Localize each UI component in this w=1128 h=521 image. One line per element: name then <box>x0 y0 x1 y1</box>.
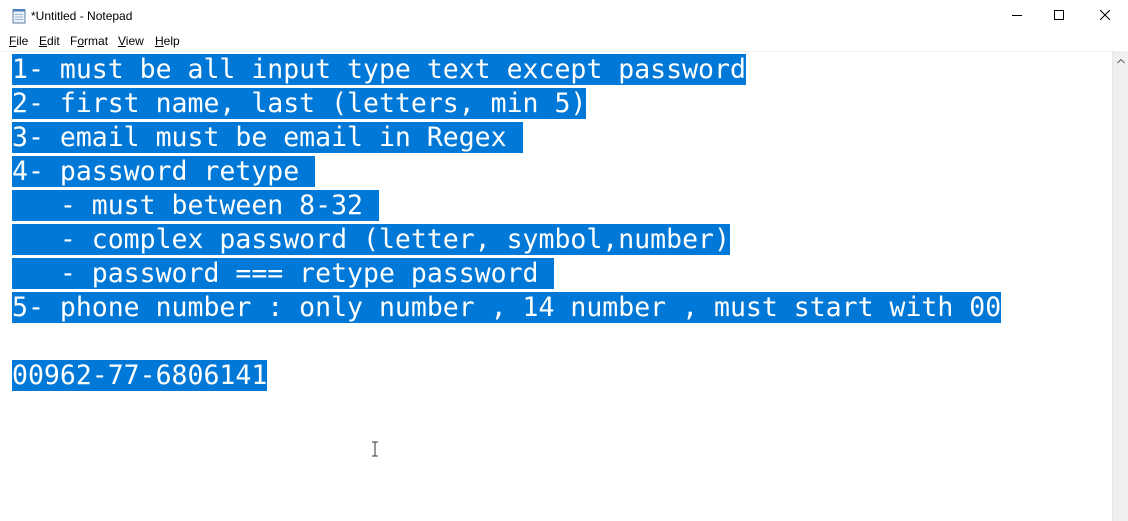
selected-text: - must between 8-32 <box>12 190 379 221</box>
menu-file[interactable]: File <box>9 34 28 48</box>
chevron-up-icon <box>1117 51 1125 69</box>
editor-line-1: 1- must be all input type text except pa… <box>12 53 746 87</box>
editor-line-3: 3- email must be email in Regex <box>12 121 523 155</box>
close-button[interactable] <box>1082 0 1128 32</box>
scroll-up-button[interactable] <box>1113 51 1128 68</box>
menu-bar: File Edit Format View Help <box>0 32 1128 51</box>
selected-text: - password === retype password <box>12 258 555 289</box>
menu-view-label: iew <box>125 34 144 48</box>
editor-line-2: 2- first name, last (letters, min 5) <box>12 87 587 121</box>
editor-line-8: 5- phone number : only number , 14 numbe… <box>12 291 1002 325</box>
menu-format-label: rmat <box>84 34 109 48</box>
selected-text: 3- email must be email in Regex <box>12 122 523 153</box>
selected-text: 5- phone number : only number , 14 numbe… <box>12 292 1002 323</box>
minimize-icon <box>1012 7 1022 25</box>
menu-view[interactable]: View <box>118 34 144 48</box>
i-beam-cursor-icon <box>370 441 380 457</box>
menu-help[interactable]: Help <box>155 34 180 48</box>
text-editor[interactable]: 1- must be all input type text except pa… <box>0 51 1112 521</box>
window-title: *Untitled - Notepad <box>31 9 133 23</box>
menu-format[interactable]: Format <box>70 34 108 48</box>
editor-line-6: - complex password (letter, symbol,numbe… <box>12 223 730 257</box>
selected-text: 00962-77-6806141 <box>12 360 268 391</box>
editor-line-10: 00962-77-6806141 <box>12 359 268 393</box>
title-bar[interactable]: *Untitled - Notepad <box>0 0 1128 32</box>
menu-edit[interactable]: Edit <box>39 34 60 48</box>
menu-help-access-key: H <box>155 34 164 48</box>
menu-edit-access-key: E <box>39 34 48 48</box>
menu-help-label: elp <box>163 34 180 48</box>
editor-line-5: - must between 8-32 <box>12 189 379 223</box>
close-icon <box>1099 7 1111 25</box>
maximize-icon <box>1054 7 1064 25</box>
notepad-icon <box>12 8 26 24</box>
minimize-button[interactable] <box>994 0 1040 32</box>
menu-file-label: ile <box>16 34 29 48</box>
menu-edit-label: dit <box>47 34 60 48</box>
selected-text: 4- password retype <box>12 156 316 187</box>
selected-text: - complex password (letter, symbol,numbe… <box>12 224 730 255</box>
editor-line-4: 4- password retype <box>12 155 316 189</box>
selected-text: 2- first name, last (letters, min 5) <box>12 88 587 119</box>
notepad-window: *Untitled - Notepad File Edit Format Vie… <box>0 0 1128 521</box>
editor-line-7: - password === retype password <box>12 257 555 291</box>
menu-view-access-key: V <box>118 34 126 48</box>
selected-text: 1- must be all input type text except pa… <box>12 54 746 85</box>
maximize-button[interactable] <box>1036 0 1082 32</box>
vertical-scrollbar[interactable] <box>1112 51 1128 521</box>
